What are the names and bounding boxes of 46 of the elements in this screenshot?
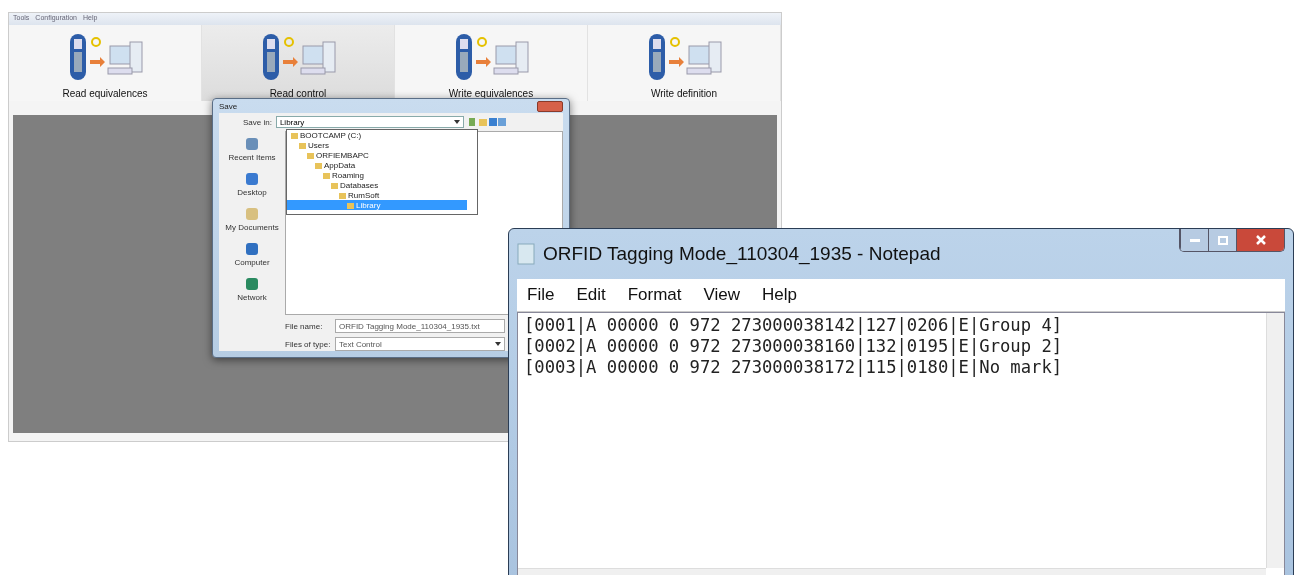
menu-item[interactable]: File <box>527 285 555 305</box>
close-icon <box>1255 235 1266 245</box>
file-type-label: Files of type: <box>285 339 332 349</box>
dialog-title: Save <box>219 101 238 111</box>
file-name-label: File name: <box>285 321 324 331</box>
minimize-button[interactable] <box>1180 229 1208 251</box>
folder-item[interactable]: Users <box>287 140 467 150</box>
place-button[interactable]: Recent Items <box>228 137 276 162</box>
file-name-field[interactable]: ORFID Tagging Mode_110304_1935.txt <box>335 319 505 333</box>
minimize-icon <box>1189 238 1200 242</box>
text-line: [0001|A 00000 0 972 273000038142|127|0206|E|Group 4] <box>524 315 1064 336</box>
file-type-dropdown[interactable]: Text Control <box>335 337 505 351</box>
maximize-icon <box>1217 235 1228 245</box>
place-icon <box>245 242 259 256</box>
folder-toolbar-icon[interactable] <box>467 117 508 127</box>
toolbar-button[interactable]: Read control <box>202 25 395 101</box>
place-button[interactable]: Network <box>237 277 267 302</box>
save-in-dropdown[interactable]: Library <box>275 116 464 128</box>
menu-item[interactable]: View <box>703 285 741 305</box>
close-button[interactable] <box>1236 229 1284 251</box>
close-button[interactable] <box>537 100 563 112</box>
folder-item[interactable]: ORFIEMBAPC <box>287 150 467 160</box>
place-icon <box>245 172 259 186</box>
window-title: ORFID Tagging Mode_110304_1935 - Notepad <box>543 243 942 265</box>
menu-item[interactable]: Edit <box>576 285 606 305</box>
place-button[interactable]: Computer <box>234 242 270 267</box>
vertical-scrollbar[interactable] <box>1266 313 1284 568</box>
place-icon <box>245 277 259 291</box>
place-button[interactable]: My Documents <box>225 207 279 232</box>
place-icon <box>245 137 259 151</box>
folder-item[interactable]: BOOTCAMP (C:) <box>287 130 467 140</box>
save-in-label: Save in: <box>243 117 272 127</box>
place-button[interactable]: Desktop <box>237 172 267 197</box>
text-line: [0002|A 00000 0 972 273000038160|132|0195|E|Group 2] <box>524 336 1064 357</box>
menu-item[interactable]: Help <box>762 285 798 305</box>
folder-item[interactable]: RumSoft <box>287 190 467 200</box>
folder-item[interactable]: AppData <box>287 160 467 170</box>
maximize-button[interactable] <box>1208 229 1236 251</box>
folder-item[interactable]: Roaming <box>287 170 467 180</box>
notepad-icon <box>517 243 535 265</box>
menu-item[interactable]: Format <box>627 285 682 305</box>
caret-icon <box>495 342 501 346</box>
folder-item[interactable]: Databases <box>287 180 467 190</box>
text-line: [0003|A 00000 0 972 273000038172|115|0180|E|No mark] <box>524 357 1064 378</box>
place-icon <box>245 207 259 221</box>
caret-icon <box>453 120 460 124</box>
